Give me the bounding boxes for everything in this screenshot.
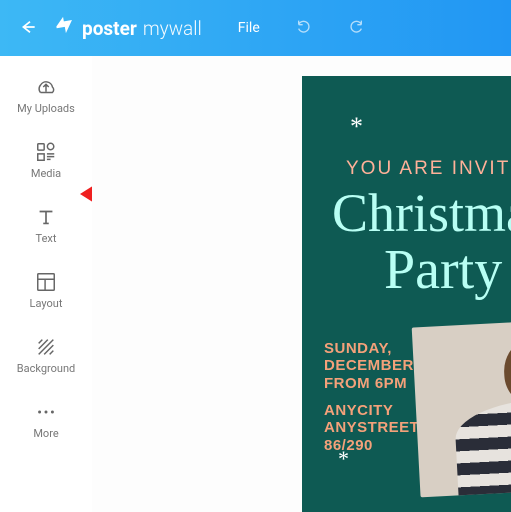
undo-button[interactable] (296, 18, 312, 38)
decoration-asterisk: * (350, 112, 363, 142)
sidebar-item-media[interactable]: Media (31, 141, 61, 180)
sidebar-item-label: Layout (30, 297, 63, 310)
brand-light: mywall (143, 17, 202, 40)
media-icon (35, 141, 57, 163)
topbar: poster mywall File (0, 0, 511, 56)
redo-button[interactable] (348, 18, 364, 38)
sidebar-item-text[interactable]: Text (35, 206, 57, 245)
sidebar-item-more[interactable]: More (33, 401, 58, 440)
poster-title-line2[interactable]: Party (384, 238, 502, 302)
brand-strong: poster (82, 17, 137, 40)
layout-icon (35, 271, 57, 293)
poster-title-line1[interactable]: Christmas (332, 182, 511, 244)
sidebar-item-label: Media (31, 167, 61, 180)
photo-face (503, 338, 511, 405)
canvas-area[interactable]: * YOU ARE INVITED TO Christmas Party * S… (92, 56, 511, 512)
sidebar-item-my-uploads[interactable]: My Uploads (17, 76, 75, 115)
sidebar-item-label: More (33, 427, 58, 440)
sidebar-item-label: Background (17, 362, 75, 375)
background-icon (35, 336, 57, 358)
decoration-asterisk: * (338, 446, 349, 472)
poster-invite-text[interactable]: YOU ARE INVITED TO (346, 158, 511, 180)
file-menu[interactable]: File (238, 20, 260, 36)
poster-photo[interactable] (412, 317, 511, 498)
more-icon (35, 401, 57, 423)
brand-logo-icon (52, 12, 79, 43)
sidebar-item-label: My Uploads (17, 102, 75, 115)
brand[interactable]: poster mywall (54, 14, 202, 42)
upload-icon (35, 76, 57, 98)
poster-canvas[interactable]: * YOU ARE INVITED TO Christmas Party * S… (302, 76, 511, 512)
sidebar-item-label: Text (36, 232, 57, 245)
main: My Uploads Media Text Layout Background (0, 56, 511, 512)
sidebar: My Uploads Media Text Layout Background (0, 56, 92, 512)
sidebar-item-background[interactable]: Background (17, 336, 75, 375)
back-button[interactable] (20, 16, 36, 40)
photo-torso (454, 394, 511, 497)
text-icon (35, 206, 57, 228)
sidebar-item-layout[interactable]: Layout (30, 271, 63, 310)
